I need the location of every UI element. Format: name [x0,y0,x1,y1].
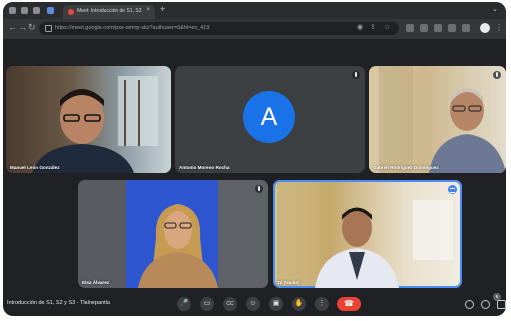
speaking-indicator-icon [448,185,457,194]
participant-video [32,76,158,173]
emoji-button[interactable]: ☺ [246,297,260,311]
participant-tile[interactable]: Manuel León González [6,66,171,173]
forward-button[interactable]: → [18,22,27,32]
more-options-button[interactable]: ⋮ [315,297,329,311]
raise-hand-button[interactable]: ✋ [292,297,306,311]
participant-tile[interactable]: Elsa Álvarez [78,180,268,288]
meet-favicon-icon [68,9,74,15]
microphone-button[interactable]: 🎤 [177,297,191,311]
participant-video [277,182,453,288]
extension-icon[interactable] [420,24,428,32]
reload-button[interactable]: ↻ [28,22,36,33]
back-button[interactable]: ← [8,22,17,32]
more-options-icon[interactable] [158,71,165,78]
participant-avatar: A [243,91,295,143]
tab-bar: Meet: Introducción de S1, S2 × + ⌄ [3,2,506,19]
mic-muted-icon [352,71,360,79]
participant-name: Tú (Nadie) [277,280,300,285]
side-panel-icon[interactable] [462,24,470,32]
share-icon[interactable]: ⇪ [370,23,376,31]
camera-button[interactable]: ▭ [200,297,214,311]
camera-permission-icon[interactable]: ◉ [357,23,363,31]
browser-menu-icon[interactable]: ⋮ [495,23,503,32]
end-call-button[interactable]: ☎ [337,297,361,311]
participant-video [78,180,268,288]
tab-title: Meet: Introducción de S1, S2 [77,8,142,14]
bookmark-star-icon[interactable]: ☆ [384,23,390,31]
participant-name: Manuel León González [10,165,60,170]
chat-icon[interactable] [497,300,506,309]
participant-tile[interactable]: A Antonio Moreno Rocha [175,66,365,173]
browser-window: Meet: Introducción de S1, S2 × + ⌄ ← → ↻… [3,2,506,316]
tab-meet[interactable]: Meet: Introducción de S1, S2 × [63,5,155,19]
tab-search-icon[interactable] [21,7,28,14]
window-menu-icon[interactable] [9,7,16,14]
mic-muted-icon [255,185,263,193]
participant-name: Antonio Moreno Rocha [179,165,230,170]
address-bar[interactable]: https://meet.google.com/pxe-wmrp-skz?aut… [39,22,399,35]
pinned-tab-icon[interactable] [47,7,54,14]
extension-icon[interactable] [406,24,414,32]
meeting-controls-bar: Introducción de S1, S2 y S3 - Tlalnepant… [3,293,506,316]
meeting-info-icon[interactable] [465,300,474,309]
participant-tile[interactable]: Gabriel Rodríguez Domínguez [369,66,506,173]
browser-toolbar: ← → ↻ https://meet.google.com/pxe-wmrp-s… [3,19,506,39]
sidebar-icon[interactable] [33,7,40,14]
new-tab-button[interactable]: + [160,4,165,14]
participant-name: Gabriel Rodríguez Domínguez [373,165,439,170]
participant-name: Elsa Álvarez [82,280,110,285]
lock-icon[interactable] [45,25,52,32]
tab-list-chevron-icon[interactable]: ⌄ [492,5,498,13]
url-text[interactable]: https://meet.google.com/pxe-wmrp-skz?aut… [55,25,209,31]
meeting-title: Introducción de S1, S2 y S3 - Tlalnepant… [7,300,110,306]
mic-muted-icon [493,71,501,79]
participant-video [379,66,506,173]
extensions-puzzle-icon[interactable] [448,24,456,32]
participant-tile-active-speaker[interactable]: Tú (Nadie) [273,180,462,288]
tab-close-icon[interactable]: × [146,7,150,13]
people-icon[interactable] [481,300,490,309]
captions-button[interactable]: CC [223,297,237,311]
profile-avatar[interactable] [480,23,490,33]
present-button[interactable]: ▣ [269,297,283,311]
extension-icon[interactable] [434,24,442,32]
